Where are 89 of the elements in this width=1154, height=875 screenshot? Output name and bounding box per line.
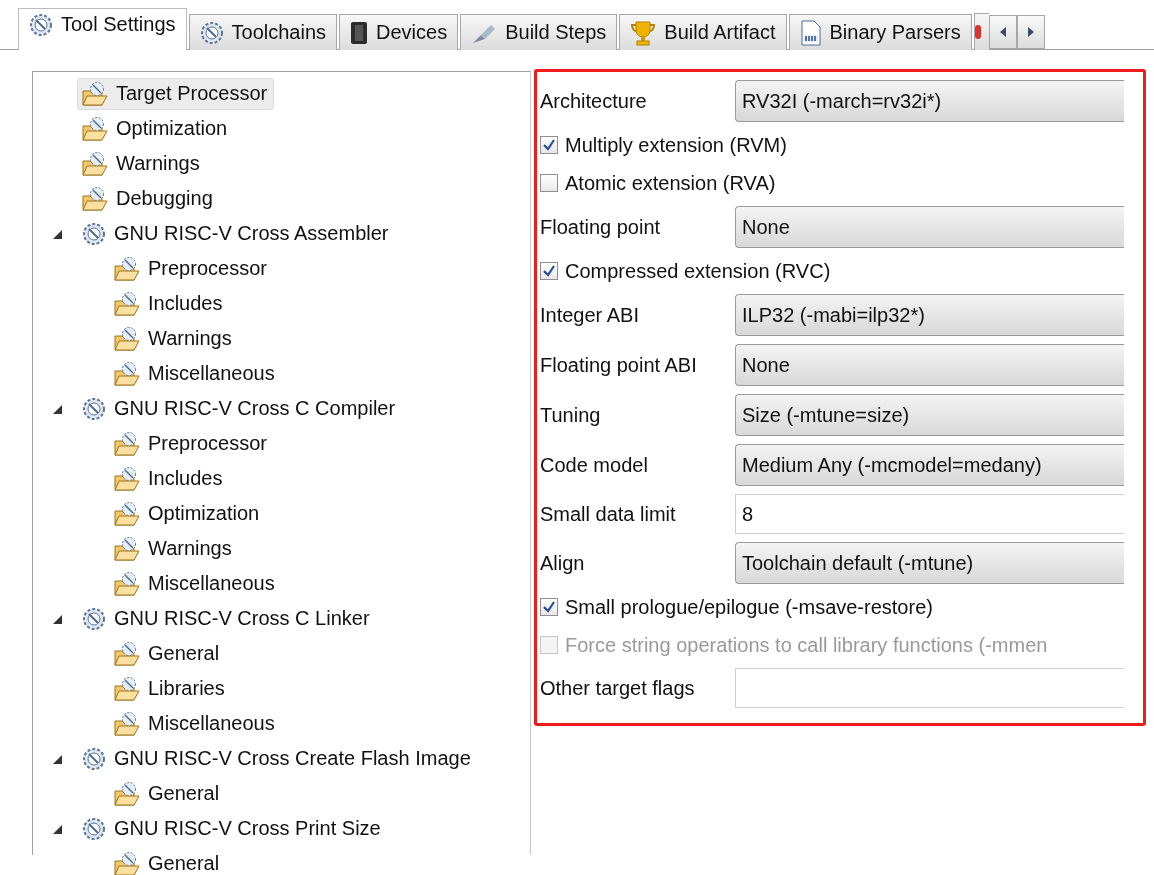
field-label: Other target flags — [540, 676, 696, 700]
caret-left-icon — [998, 27, 1007, 37]
device-icon — [350, 20, 369, 45]
field-label: Code model — [540, 453, 649, 477]
tree-item[interactable]: Warnings — [109, 322, 239, 355]
folder-gear-icon — [114, 640, 140, 667]
tree-item[interactable]: Preprocessor — [109, 252, 274, 285]
tree-item[interactable]: Libraries — [109, 672, 232, 705]
field-label: Align — [540, 551, 586, 575]
gear-icon — [82, 606, 106, 631]
checkbox-label: Force string operations to call library functions (-mmen — [565, 633, 1048, 657]
tab[interactable] — [973, 13, 989, 50]
dropdown[interactable]: None — [735, 206, 1124, 248]
field-label: Small data limit — [540, 502, 677, 526]
binary-file-icon — [799, 19, 822, 46]
tree-item[interactable]: Target Processor — [77, 77, 275, 110]
tree-item[interactable]: Preprocessor — [109, 427, 274, 460]
tree-item[interactable]: Includes — [109, 287, 230, 320]
folder-gear-icon — [114, 850, 140, 875]
folder-gear-icon — [114, 570, 140, 597]
checkbox[interactable] — [540, 262, 558, 280]
tab[interactable]: Binary Parsers — [788, 14, 972, 50]
checkbox[interactable] — [540, 136, 558, 154]
checkbox-label: Atomic extension (RVA) — [565, 171, 776, 195]
checkbox-label: Multiply extension (RVM) — [565, 133, 787, 157]
tab[interactable]: Build Steps — [460, 14, 618, 50]
tab[interactable]: Devices — [339, 14, 459, 50]
tree-item[interactable]: Includes — [109, 462, 230, 495]
gear-icon — [199, 20, 224, 45]
folder-gear-icon — [114, 465, 140, 492]
gear-icon — [82, 746, 106, 771]
dropdown[interactable]: Size (-mtune=size) — [735, 394, 1124, 436]
folder-gear-icon — [114, 430, 140, 457]
folder-gear-icon — [82, 80, 108, 107]
tree-item[interactable]: Debugging — [77, 182, 220, 215]
tree-item[interactable]: GNU RISC-V Cross Assembler — [77, 218, 396, 249]
folder-gear-icon — [114, 255, 140, 282]
field-label: Tuning — [540, 403, 602, 427]
tree-item[interactable]: Miscellaneous — [109, 707, 282, 740]
tree-item[interactable]: GNU RISC-V Cross C Linker — [77, 603, 377, 634]
gear-icon — [82, 396, 106, 421]
gear-icon — [82, 221, 106, 246]
checkbox[interactable] — [540, 174, 558, 192]
folder-gear-icon — [114, 710, 140, 737]
caret-right-icon — [1026, 27, 1035, 37]
scroll-right-button[interactable] — [1016, 15, 1045, 49]
folder-gear-icon — [114, 360, 140, 387]
field-label: Floating point ABI — [540, 353, 698, 377]
tree-item[interactable]: GNU RISC-V Cross Print Size — [77, 813, 388, 844]
trophy-icon — [630, 19, 657, 46]
field-label: Integer ABI — [540, 303, 640, 327]
input-field[interactable]: 8 — [735, 494, 1124, 534]
folder-gear-icon — [114, 780, 140, 807]
scroll-left-button[interactable] — [988, 15, 1017, 49]
tab[interactable]: Build Artifact — [619, 14, 787, 50]
dropdown[interactable]: RV32I (-march=rv32i*) — [735, 80, 1124, 122]
dropdown[interactable]: None — [735, 344, 1124, 386]
tree-item[interactable]: Optimization — [77, 112, 235, 145]
gear-icon — [82, 816, 106, 841]
dropdown[interactable]: Medium Any (-mcmodel=medany) — [735, 444, 1124, 486]
folder-gear-icon — [114, 290, 140, 317]
gear-icon — [29, 13, 53, 37]
tree-item[interactable]: GNU RISC-V Cross C Compiler — [77, 393, 403, 424]
dropdown[interactable]: ILP32 (-mabi=ilp32*) — [735, 294, 1124, 336]
folder-gear-icon — [114, 535, 140, 562]
tree-item[interactable]: GNU RISC-V Cross Create Flash Image — [77, 743, 478, 774]
tree-item[interactable]: Miscellaneous — [109, 567, 282, 600]
folder-gear-icon — [82, 185, 108, 212]
checkbox-label: Small prologue/epilogue (-msave-restore) — [565, 595, 933, 619]
tab[interactable]: Tool Settings — [18, 8, 187, 50]
field-label: Floating point — [540, 215, 662, 239]
checkbox-label: Compressed extension (RVC) — [565, 259, 831, 283]
folder-gear-icon — [82, 150, 108, 177]
folder-gear-icon — [114, 325, 140, 352]
checkbox[interactable] — [540, 598, 558, 616]
dropdown[interactable]: Toolchain default (-mtune) — [735, 542, 1124, 584]
folder-gear-icon — [82, 115, 108, 142]
tree-item[interactable]: Warnings — [77, 147, 207, 180]
tree-item[interactable]: Optimization — [109, 497, 267, 530]
tree-item[interactable]: Miscellaneous — [109, 357, 282, 390]
tree-item[interactable]: General — [109, 777, 227, 810]
tree-item[interactable]: General — [109, 847, 227, 875]
field-label: Architecture — [540, 89, 648, 113]
folder-gear-icon — [114, 500, 140, 527]
input-field[interactable] — [735, 668, 1124, 708]
folder-gear-icon — [114, 675, 140, 702]
tree-item[interactable]: General — [109, 637, 227, 670]
tree-item[interactable]: Warnings — [109, 532, 239, 565]
tab[interactable]: Toolchains — [188, 14, 338, 50]
